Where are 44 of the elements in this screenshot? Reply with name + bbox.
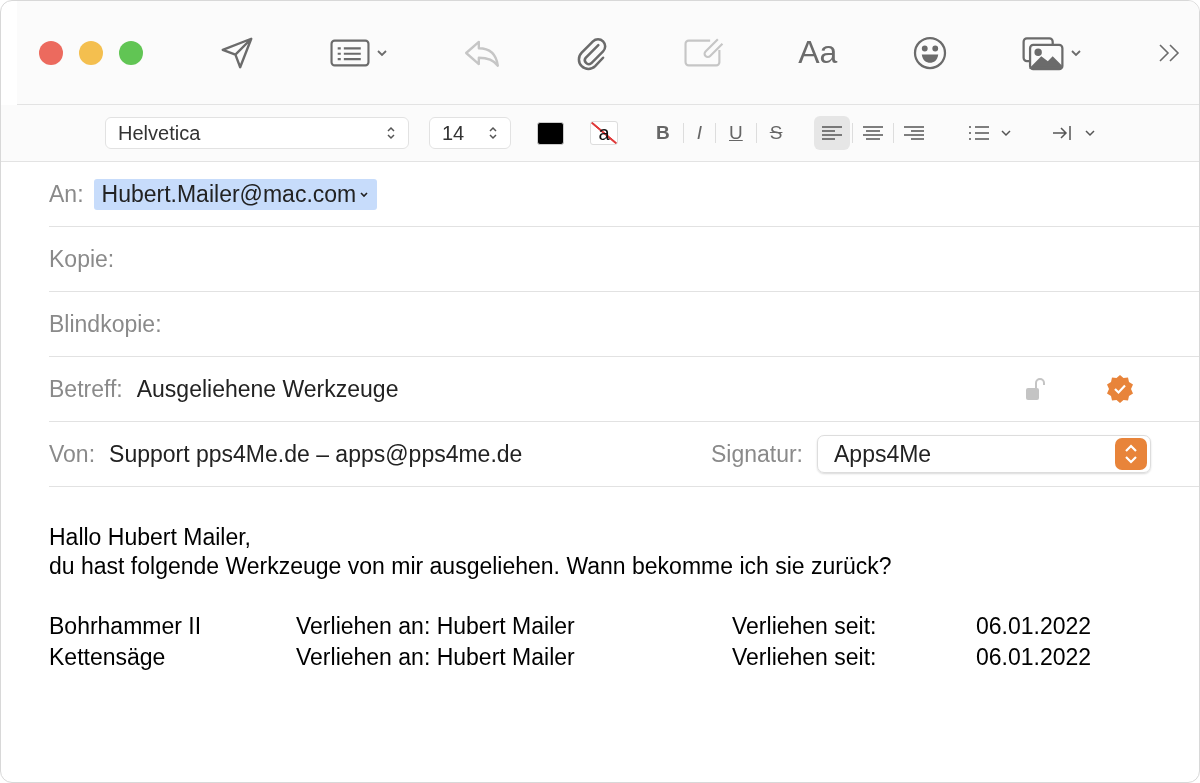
lent-since-label: Verliehen seit: — [732, 643, 878, 672]
bcc-label: Blindkopie: — [49, 310, 162, 338]
to-label: An: — [49, 180, 84, 208]
align-left-button[interactable] — [814, 116, 851, 150]
format-button[interactable]: Aa — [798, 34, 838, 71]
subject-label: Betreff: — [49, 375, 123, 403]
font-size-select[interactable]: 14 — [429, 117, 511, 149]
cc-label: Kopie: — [49, 245, 115, 273]
bold-button[interactable]: B — [652, 122, 674, 144]
up-down-arrows-icon[interactable] — [1115, 438, 1147, 470]
from-value: Support pps4Me.de – apps@pps4me.de — [109, 440, 523, 468]
font-select[interactable]: Helvetica — [105, 117, 409, 149]
signature-select[interactable]: Apps4Me — [817, 435, 1151, 473]
lent-to-text: Verliehen an: Hubert Mailer — [296, 612, 576, 641]
tool-name: Kettensäge — [49, 643, 167, 672]
verified-badge-icon[interactable] — [1105, 374, 1135, 404]
list-button[interactable] — [968, 125, 1013, 141]
chevron-down-icon[interactable] — [359, 190, 370, 198]
lent-to-text: Verliehen an: Hubert Mailer — [296, 643, 576, 672]
up-down-arrows-icon — [386, 125, 396, 141]
align-center-icon — [862, 125, 885, 141]
underline-button[interactable]: U — [725, 122, 747, 144]
lent-date: 06.01.2022 — [976, 643, 1093, 672]
emoji-button[interactable] — [911, 34, 948, 71]
indent-button[interactable] — [1052, 125, 1097, 141]
close-button[interactable] — [39, 40, 63, 65]
subject-field[interactable]: Ausgeliehene Werkzeuge — [136, 375, 399, 403]
body-text: du hast folgende Werkzeuge von mir ausgeliehen. Wann bekomme ich sie zurück? — [49, 552, 893, 581]
recipient-token[interactable]: Hubert.Mailer@mac.com — [93, 178, 378, 210]
chevron-down-icon[interactable] — [1070, 48, 1083, 57]
italic-button[interactable]: I — [692, 122, 706, 144]
strikethrough-button[interactable]: S — [765, 122, 787, 144]
text-color-button[interactable] — [537, 121, 564, 145]
photo-button[interactable] — [1022, 34, 1083, 71]
signature-label: Signatur: — [710, 440, 803, 468]
lent-date: 06.01.2022 — [976, 612, 1093, 641]
up-down-arrows-icon — [488, 125, 498, 141]
align-left-icon — [821, 125, 844, 141]
body-text: Hallo Hubert Mailer, — [49, 523, 252, 552]
tool-name: Bohrhammer II — [49, 612, 203, 641]
lent-since-label: Verliehen seit: — [732, 612, 878, 641]
chevron-down-icon[interactable] — [376, 48, 389, 57]
align-right-icon — [903, 125, 926, 141]
from-label: Von: — [49, 440, 96, 468]
